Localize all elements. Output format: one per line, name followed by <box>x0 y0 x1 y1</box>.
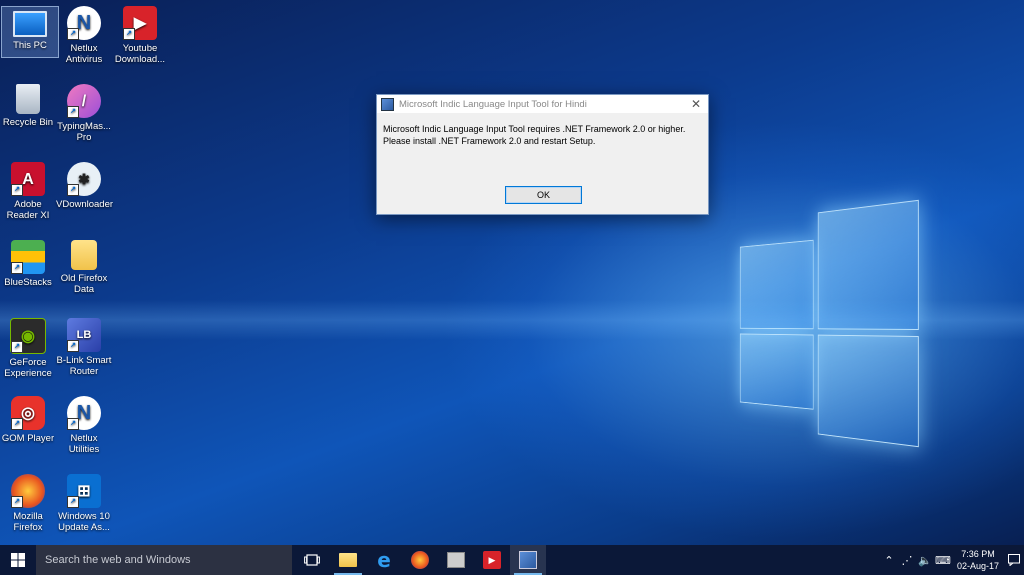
desktop-icon-blink-router[interactable]: LB ↗ B-Link Smart Router <box>56 318 112 377</box>
start-button[interactable] <box>0 545 36 575</box>
windows-logo-wallpaper <box>739 199 919 448</box>
store-icon <box>447 552 465 568</box>
desktop-icon-old-firefox-data[interactable]: Old Firefox Data <box>56 240 112 295</box>
computer-icon <box>13 11 47 37</box>
desktop-icon-label: B-Link Smart Router <box>56 355 112 377</box>
taskbar-file-explorer[interactable] <box>330 545 366 575</box>
desktop-icon-this-pc[interactable]: This PC <box>1 6 59 58</box>
desktop-icon-netlux-utilities[interactable]: N ↗ Netlux Utilities <box>56 396 112 455</box>
clock[interactable]: 7:36 PM 02-Aug-17 <box>952 548 1004 572</box>
netlux-icon: N ↗ <box>67 396 101 430</box>
desktop-icon-label: GeForce Experience <box>4 357 52 379</box>
geforce-icon: ◉ ↗ <box>10 318 46 354</box>
desktop-icon-mozilla-firefox[interactable]: ↗ Mozilla Firefox <box>0 474 56 533</box>
edge-icon: e <box>377 548 391 572</box>
firefox-icon: ↗ <box>11 474 45 508</box>
desktop-icon-youtube-downloader[interactable]: ▶ ↗ Youtube Download... <box>112 6 168 65</box>
desktop-icon-geforce-experience[interactable]: ◉ ↗ GeForce Experience <box>0 318 56 379</box>
clock-time: 7:36 PM <box>961 549 995 559</box>
desktop-icon-label: Windows 10 Update As... <box>58 511 110 533</box>
desktop-icon-bluestacks[interactable]: ↗ BlueStacks <box>0 240 56 288</box>
notification-icon <box>1008 554 1020 566</box>
desktop-icon-label: Mozilla Firefox <box>13 511 43 533</box>
desktop-icon-label: VDownloader <box>56 199 114 210</box>
desktop-icon-netlux-antivirus[interactable]: N ↗ Netlux Antivirus <box>56 6 112 65</box>
vdownloader-icon: ✱ ↗ <box>67 162 101 196</box>
task-view-icon <box>304 554 320 566</box>
search-box[interactable]: Search the web and Windows <box>36 545 292 575</box>
task-view-button[interactable] <box>294 545 330 575</box>
desktop-icon-label: BlueStacks <box>4 277 52 288</box>
recycle-bin-icon <box>16 84 40 114</box>
desktop-icon-gom-player[interactable]: ◎ ↗ GOM Player <box>0 396 56 444</box>
desktop-icon-vdownloader[interactable]: ✱ ↗ VDownloader <box>56 162 114 210</box>
error-dialog: Microsoft Indic Language Input Tool for … <box>376 94 709 215</box>
desktop-icon-label: Netlux Utilities <box>68 433 100 455</box>
file-explorer-icon <box>339 553 357 567</box>
desktop-icon-windows-update-assistant[interactable]: ⊞ ↗ Windows 10 Update As... <box>56 474 112 533</box>
typingmaster-icon: / ↗ <box>67 84 101 118</box>
close-icon[interactable]: ✕ <box>684 97 708 111</box>
dialog-message: Microsoft Indic Language Input Tool requ… <box>377 113 708 147</box>
setup-app-icon <box>381 97 394 111</box>
desktop-icon-label: GOM Player <box>1 433 55 444</box>
blink-router-icon: LB ↗ <box>67 318 101 352</box>
setup-app-icon <box>519 551 537 569</box>
desktop-background <box>0 0 1024 575</box>
dialog-title: Microsoft Indic Language Input Tool for … <box>399 98 587 110</box>
adobe-reader-icon: A ↗ <box>11 162 45 196</box>
dialog-message-line-2: Please install .NET Framework 2.0 and re… <box>383 136 596 146</box>
chevron-up-icon[interactable]: ⌃ <box>880 554 898 567</box>
youtube-downloader-icon: ▶ ↗ <box>123 6 157 40</box>
taskbar-app-store[interactable] <box>438 545 474 575</box>
volume-icon[interactable]: 🔈 <box>916 554 934 567</box>
taskbar-edge[interactable]: e <box>366 545 402 575</box>
desktop-icon-label: Old Firefox Data <box>60 273 108 295</box>
system-tray: ⌃ ⋰ 🔈 ⌨ 7:36 PM 02-Aug-17 <box>880 545 1024 575</box>
desktop-icon-label: This PC <box>13 40 47 51</box>
desktop-icon-recycle-bin[interactable]: Recycle Bin <box>0 84 56 128</box>
dialog-message-line-1: Microsoft Indic Language Input Tool requ… <box>383 124 686 134</box>
taskbar-youtube-downloader[interactable]: ▶ <box>474 545 510 575</box>
desktop-icon-label: Adobe Reader XI <box>6 199 50 221</box>
windows-start-icon <box>11 553 25 567</box>
wifi-icon[interactable]: ⋰ <box>898 554 916 567</box>
taskbar: Search the web and Windows e ▶ ⌃ ⋰ 🔈 ⌨ 7… <box>0 545 1024 575</box>
youtube-downloader-icon: ▶ <box>483 551 501 569</box>
clock-date: 02-Aug-17 <box>956 561 1000 571</box>
desktop-icon-label: Youtube Download... <box>114 43 166 65</box>
folder-icon <box>71 240 97 270</box>
action-center-button[interactable] <box>1004 545 1024 575</box>
netlux-icon: N ↗ <box>67 6 101 40</box>
keyboard-icon[interactable]: ⌨ <box>934 554 952 567</box>
desktop-icon-label: TypingMas... Pro <box>57 121 111 143</box>
desktop-icon-typingmaster[interactable]: / ↗ TypingMas... Pro <box>56 84 112 143</box>
taskbar-firefox[interactable] <box>402 545 438 575</box>
windows-update-icon: ⊞ ↗ <box>67 474 101 508</box>
dialog-titlebar[interactable]: Microsoft Indic Language Input Tool for … <box>377 95 708 113</box>
gom-player-icon: ◎ ↗ <box>11 396 45 430</box>
desktop-icon-adobe-reader[interactable]: A ↗ Adobe Reader XI <box>0 162 56 221</box>
desktop-icon-label: Netlux Antivirus <box>65 43 103 65</box>
bluestacks-icon: ↗ <box>11 240 45 274</box>
taskbar-setup[interactable] <box>510 545 546 575</box>
search-placeholder: Search the web and Windows <box>45 554 191 566</box>
ok-button[interactable]: OK <box>505 186 582 204</box>
desktop-icon-label: Recycle Bin <box>2 117 54 128</box>
firefox-icon <box>411 551 429 569</box>
